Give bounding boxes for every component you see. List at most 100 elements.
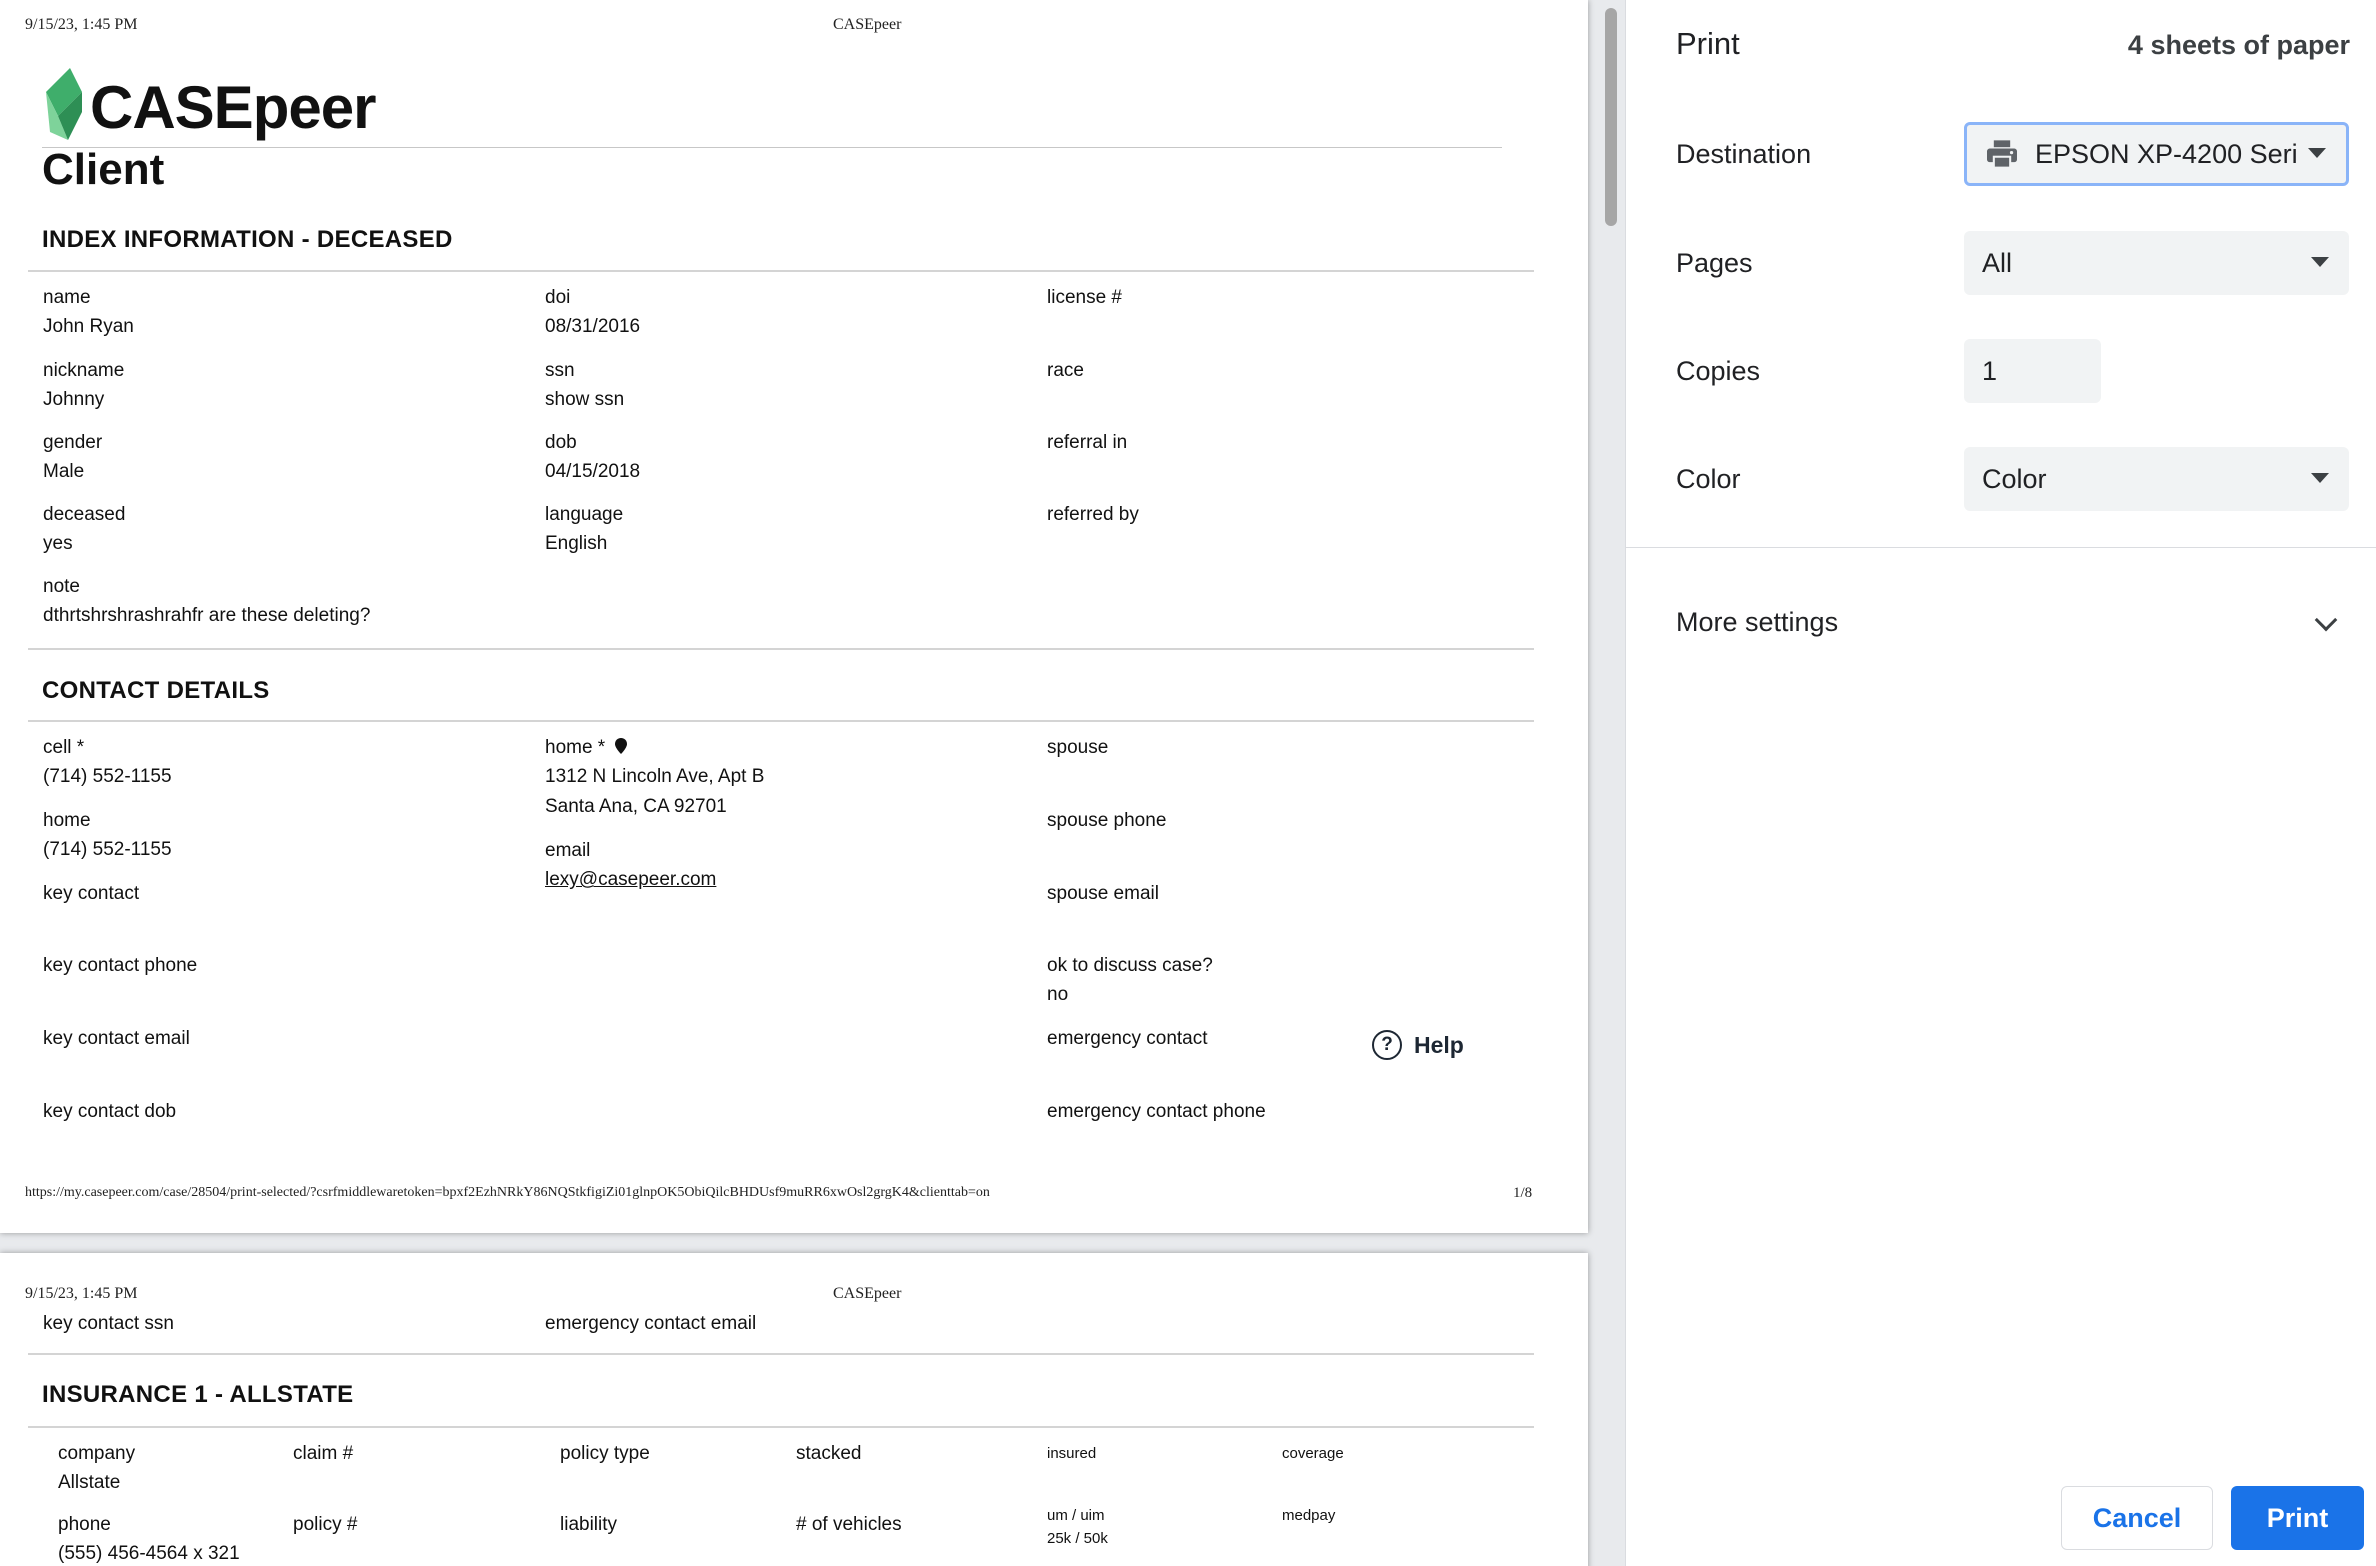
field-policy-number: policy # <box>293 1510 357 1539</box>
page-footer-number: 1/8 <box>1513 1185 1533 1201</box>
color-label: Color <box>1676 464 1741 494</box>
field-emergency-contact: emergency contact <box>1047 1024 1208 1053</box>
field-label: home <box>43 810 91 831</box>
preview-page-1: 9/15/23, 1:45 PM CASEpeer CASEpeer Clien… <box>0 0 1588 1233</box>
field-key-contact-phone: key contact phone <box>43 951 197 980</box>
expand-chevron-icon[interactable] <box>2314 608 2338 632</box>
color-select[interactable]: Color <box>1964 447 2349 511</box>
field-label: cell * <box>43 737 85 758</box>
field-label: phone <box>58 1514 111 1535</box>
field-label: um / uim <box>1047 1507 1105 1524</box>
field-coverage: coverage <box>1282 1442 1344 1465</box>
section-divider <box>28 720 1534 722</box>
map-pin-icon[interactable] <box>614 738 628 754</box>
logo-text: CASEpeer <box>90 74 376 141</box>
field-label: referral in <box>1047 432 1128 453</box>
cancel-button[interactable]: Cancel <box>2061 1486 2213 1550</box>
field-value: dthrtshrshrashrahfr are these deleting? <box>43 605 371 627</box>
field-label: company <box>58 1443 136 1464</box>
destination-select[interactable]: EPSON XP-4200 Seri <box>1964 122 2349 186</box>
section-divider <box>28 270 1534 272</box>
page-header-date: 9/15/23, 1:45 PM <box>25 1285 138 1302</box>
section-divider <box>28 1426 1534 1428</box>
panel-divider <box>1626 547 2376 548</box>
email-link[interactable]: lexy@casepeer.com <box>545 865 716 894</box>
show-ssn-link[interactable]: show ssn <box>545 385 624 414</box>
field-value: 08/31/2016 <box>545 316 641 338</box>
field-key-contact: key contact <box>43 879 139 908</box>
page-header-date: 9/15/23, 1:45 PM <box>25 16 138 33</box>
print-button[interactable]: Print <box>2231 1486 2364 1550</box>
field-spouse: spouse <box>1047 733 1108 762</box>
client-title: Client <box>42 145 165 194</box>
field-value: 1312 N Lincoln Ave, Apt B <box>545 766 765 788</box>
field-liability: liability <box>560 1510 617 1539</box>
field-label: dob <box>545 432 577 453</box>
field-label: key contact <box>43 883 140 904</box>
field-value: (714) 552-1155 <box>43 839 172 861</box>
field-key-contact-email: key contact email <box>43 1024 190 1053</box>
field-label: key contact dob <box>43 1101 177 1122</box>
scrollbar-thumb[interactable] <box>1605 8 1617 226</box>
field-um-uim: um / uim 25k / 50k <box>1047 1504 1108 1551</box>
help-button[interactable]: ? Help <box>1372 1030 1464 1060</box>
chevron-down-icon <box>2311 257 2329 267</box>
field-emergency-contact-email: emergency contact email <box>545 1309 756 1338</box>
field-ssn: ssn show ssn <box>545 356 624 415</box>
field-label: emergency contact phone <box>1047 1101 1266 1122</box>
field-stacked: stacked <box>796 1439 861 1468</box>
page-header-title: CASEpeer <box>833 1285 902 1302</box>
field-label: spouse phone <box>1047 810 1167 831</box>
field-nickname: nickname Johnny <box>43 356 124 415</box>
field-label: emergency contact <box>1047 1028 1208 1049</box>
field-label: key contact email <box>43 1028 190 1049</box>
more-settings-toggle[interactable]: More settings <box>1676 607 1838 638</box>
field-spouse-phone: spouse phone <box>1047 806 1166 835</box>
field-language: language English <box>545 500 623 559</box>
preview-scrollbar[interactable] <box>1601 0 1619 1566</box>
field-phone: phone (555) 456-4564 x 321 <box>58 1510 240 1566</box>
field-emergency-contact-phone: emergency contact phone <box>1047 1097 1266 1126</box>
field-referral-in: referral in <box>1047 428 1127 457</box>
field-label: spouse email <box>1047 883 1159 904</box>
field-value: Santa Ana, CA 92701 <box>545 795 727 817</box>
destination-value: EPSON XP-4200 Seri <box>2035 138 2298 169</box>
field-label: coverage <box>1282 1445 1344 1462</box>
field-value: Male <box>43 461 85 483</box>
field-label: gender <box>43 432 103 453</box>
field-label: policy type <box>560 1443 650 1464</box>
copies-label: Copies <box>1676 356 1761 386</box>
copies-input[interactable]: 1 <box>1964 339 2101 403</box>
field-company: company Allstate <box>58 1439 135 1498</box>
field-email: email lexy@casepeer.com <box>545 836 716 895</box>
header-divider <box>42 147 1502 148</box>
field-value: John Ryan <box>43 316 134 338</box>
field-label: spouse <box>1047 737 1109 758</box>
field-label: # of vehicles <box>796 1514 902 1535</box>
field-label: ok to discuss case? <box>1047 955 1213 976</box>
field-doi: doi 08/31/2016 <box>545 283 640 342</box>
field-insured: insured <box>1047 1442 1096 1465</box>
field-label: ssn <box>545 360 575 381</box>
field-vehicles: # of vehicles <box>796 1510 902 1539</box>
pages-select[interactable]: All <box>1964 231 2349 295</box>
field-label: language <box>545 504 624 525</box>
field-value: English <box>545 533 608 555</box>
print-preview: 9/15/23, 1:45 PM CASEpeer CASEpeer Clien… <box>0 0 1625 1566</box>
field-label: home * <box>545 737 606 758</box>
field-claim: claim # <box>293 1439 353 1468</box>
printer-icon <box>1987 140 2017 169</box>
index-section-title: INDEX INFORMATION - DECEASED <box>42 226 453 253</box>
field-key-contact-ssn: key contact ssn <box>43 1309 174 1338</box>
field-key-contact-dob: key contact dob <box>43 1097 176 1126</box>
field-spouse-email: spouse email <box>1047 879 1159 908</box>
field-value: Allstate <box>58 1472 121 1494</box>
field-label: claim # <box>293 1443 354 1464</box>
question-icon: ? <box>1372 1030 1402 1060</box>
field-referred-by: referred by <box>1047 500 1139 529</box>
field-deceased: deceased yes <box>43 500 125 559</box>
preview-page-2: 9/15/23, 1:45 PM CASEpeer key contact ss… <box>0 1253 1588 1566</box>
section-divider <box>28 648 1534 650</box>
chevron-down-icon <box>2308 148 2326 158</box>
print-settings-panel: Print 4 sheets of paper Destination EPSO… <box>1625 0 2376 1566</box>
